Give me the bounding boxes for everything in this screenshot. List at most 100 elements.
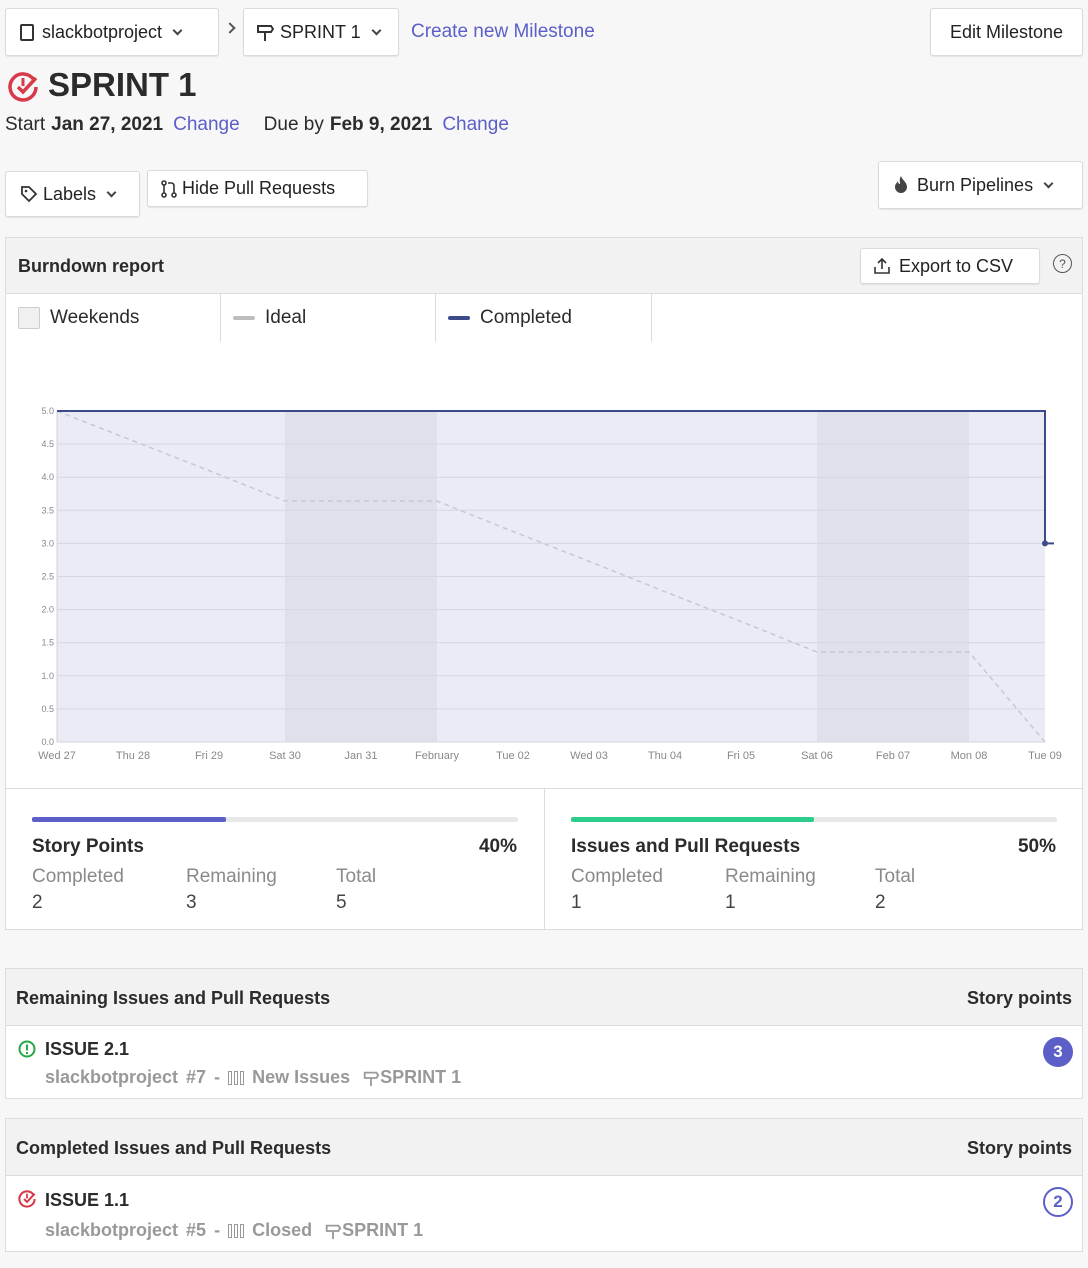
issues-card: Issues and Pull Requests 50% Completed R… xyxy=(544,788,1083,930)
open-issue-icon xyxy=(18,1040,36,1058)
tag-icon xyxy=(21,186,38,203)
y-tick-label: 2.0 xyxy=(41,605,54,615)
sp-remaining-value: 3 xyxy=(186,892,197,913)
legend-ideal-label: Ideal xyxy=(265,307,307,328)
list-item[interactable]: ISSUE 2.1 slackbotproject #7 - New Issue… xyxy=(5,1025,1083,1099)
x-tick-label: Thu 28 xyxy=(116,750,150,762)
chevron-down-icon xyxy=(172,25,183,35)
repo-selector[interactable]: slackbotproject xyxy=(5,8,219,56)
story-points-progress xyxy=(32,817,227,822)
issues-percent: 50% xyxy=(1017,836,1056,857)
list-item[interactable]: ISSUE 1.1 slackbotproject #5 - Closed SP… xyxy=(5,1175,1083,1252)
is-total-label: Total xyxy=(875,866,916,887)
issue-pipeline: Closed xyxy=(252,1220,313,1240)
sp-completed-value: 2 xyxy=(32,892,43,913)
issues-progress xyxy=(571,817,814,822)
create-milestone-link[interactable]: Create new Milestone xyxy=(411,21,595,43)
start-date: Jan 27, 2021 xyxy=(51,114,164,135)
y-tick-label: 1.0 xyxy=(41,671,54,681)
x-tick-label: Mon 08 xyxy=(951,750,988,762)
burndown-legend: Weekends Ideal Completed xyxy=(5,293,1083,343)
chevron-down-icon xyxy=(1043,178,1054,188)
completed-swatch xyxy=(448,316,470,320)
remaining-points-header: Story points xyxy=(966,988,1072,1008)
closed-issue-icon xyxy=(18,1190,36,1208)
story-points-badge: 3 xyxy=(1043,1037,1073,1067)
issue-pipeline: New Issues xyxy=(252,1067,351,1087)
edit-milestone-label: Edit Milestone xyxy=(949,21,1064,42)
legend-completed[interactable]: Completed xyxy=(436,294,652,342)
issue-title[interactable]: ISSUE 2.1 xyxy=(45,1039,129,1060)
milestone-dates: Start Jan 27, 2021 Change Due by Feb 9, … xyxy=(5,114,509,136)
labels-filter-button[interactable]: Labels xyxy=(5,171,140,217)
story-points-card: Story Points 40% Completed Remaining Tot… xyxy=(5,788,545,930)
issue-number: #7 xyxy=(186,1067,207,1087)
flame-icon xyxy=(895,176,907,193)
is-completed-label: Completed xyxy=(571,866,663,887)
issue-meta: slackbotproject #5 - Closed SPRINT 1 xyxy=(45,1220,423,1241)
start-label: Start xyxy=(5,114,46,135)
story-points-track xyxy=(32,817,518,822)
legend-ideal[interactable]: Ideal xyxy=(221,294,436,342)
breadcrumb-chevron-icon xyxy=(224,22,236,34)
repo-book-icon xyxy=(20,23,34,41)
is-remaining-label: Remaining xyxy=(725,866,816,887)
issue-title[interactable]: ISSUE 1.1 xyxy=(45,1190,129,1211)
pipeline-icon xyxy=(228,1223,245,1238)
export-csv-button[interactable]: Export to CSV xyxy=(860,248,1040,284)
due-date: Feb 9, 2021 xyxy=(329,114,433,135)
milestone-signpost-icon xyxy=(325,1224,342,1239)
x-tick-label: Jan 31 xyxy=(344,750,377,762)
chevron-down-icon xyxy=(371,25,382,35)
pipeline-icon xyxy=(228,1070,245,1085)
remaining-title: Remaining Issues and Pull Requests xyxy=(16,988,331,1008)
completed-point xyxy=(1042,540,1048,547)
is-remaining-value: 1 xyxy=(725,892,736,913)
x-tick-label: Sat 06 xyxy=(801,750,833,762)
x-tick-label: Wed 27 xyxy=(38,750,76,762)
help-icon[interactable]: ? xyxy=(1053,254,1072,273)
hide-prs-label: Hide Pull Requests xyxy=(182,178,336,198)
x-tick-label: February xyxy=(415,750,460,762)
milestone-name: SPRINT 1 xyxy=(280,21,361,42)
edit-milestone-button[interactable]: Edit Milestone xyxy=(930,8,1083,56)
burndown-title: Burndown report xyxy=(18,256,164,276)
y-tick-label: 0.0 xyxy=(41,737,54,747)
issue-meta: slackbotproject #7 - New Issues SPRINT 1 xyxy=(45,1067,461,1088)
legend-weekends[interactable]: Weekends xyxy=(6,294,221,342)
legend-completed-label: Completed xyxy=(480,307,572,328)
story-points-percent: 40% xyxy=(478,836,517,857)
y-tick-label: 5.0 xyxy=(41,406,54,416)
change-due-link[interactable]: Change xyxy=(442,114,509,136)
issue-repo: slackbotproject xyxy=(45,1067,179,1087)
burndown-chart-panel: 0.0 0.5 1.0 1.5 2.0 2.5 3.0 3.5 4.0 4.5 5.0 Wed 27 T… xyxy=(5,342,1083,789)
y-tick-label: 3.0 xyxy=(41,538,54,548)
issue-separator: - xyxy=(214,1067,221,1087)
issue-number: #5 xyxy=(186,1220,207,1240)
y-tick-label: 4.5 xyxy=(41,439,54,449)
issue-separator: - xyxy=(214,1220,221,1240)
milestone-status-icon xyxy=(8,72,38,102)
export-icon xyxy=(874,257,890,274)
remaining-header: Remaining Issues and Pull Requests Story… xyxy=(5,968,1083,1026)
completed-title: Completed Issues and Pull Requests xyxy=(16,1138,332,1158)
burndown-chart: 0.0 0.5 1.0 1.5 2.0 2.5 3.0 3.5 4.0 4.5 5.0 Wed 27 T… xyxy=(38,406,1062,762)
hide-pull-requests-button[interactable]: Hide Pull Requests xyxy=(147,170,368,207)
legend-weekends-label: Weekends xyxy=(50,307,140,328)
story-points-title: Story Points xyxy=(32,836,144,857)
milestone-selector[interactable]: SPRINT 1 xyxy=(243,8,399,56)
change-start-link[interactable]: Change xyxy=(173,114,240,136)
is-completed-value: 1 xyxy=(571,892,582,913)
issues-track xyxy=(571,817,1057,822)
labels-label: Labels xyxy=(43,183,97,204)
x-tick-label: Tue 09 xyxy=(1028,750,1062,762)
completed-header: Completed Issues and Pull Requests Story… xyxy=(5,1118,1083,1176)
y-tick-label: 1.5 xyxy=(41,638,54,648)
x-tick-label: Wed 03 xyxy=(570,750,608,762)
y-tick-label: 3.5 xyxy=(41,505,54,515)
x-tick-label: Tue 02 xyxy=(496,750,530,762)
weekend-checkbox[interactable] xyxy=(18,307,40,329)
burn-pipelines-button[interactable]: Burn Pipelines xyxy=(878,161,1083,209)
completed-points-header: Story points xyxy=(966,1138,1072,1158)
issue-repo: slackbotproject xyxy=(45,1220,179,1240)
